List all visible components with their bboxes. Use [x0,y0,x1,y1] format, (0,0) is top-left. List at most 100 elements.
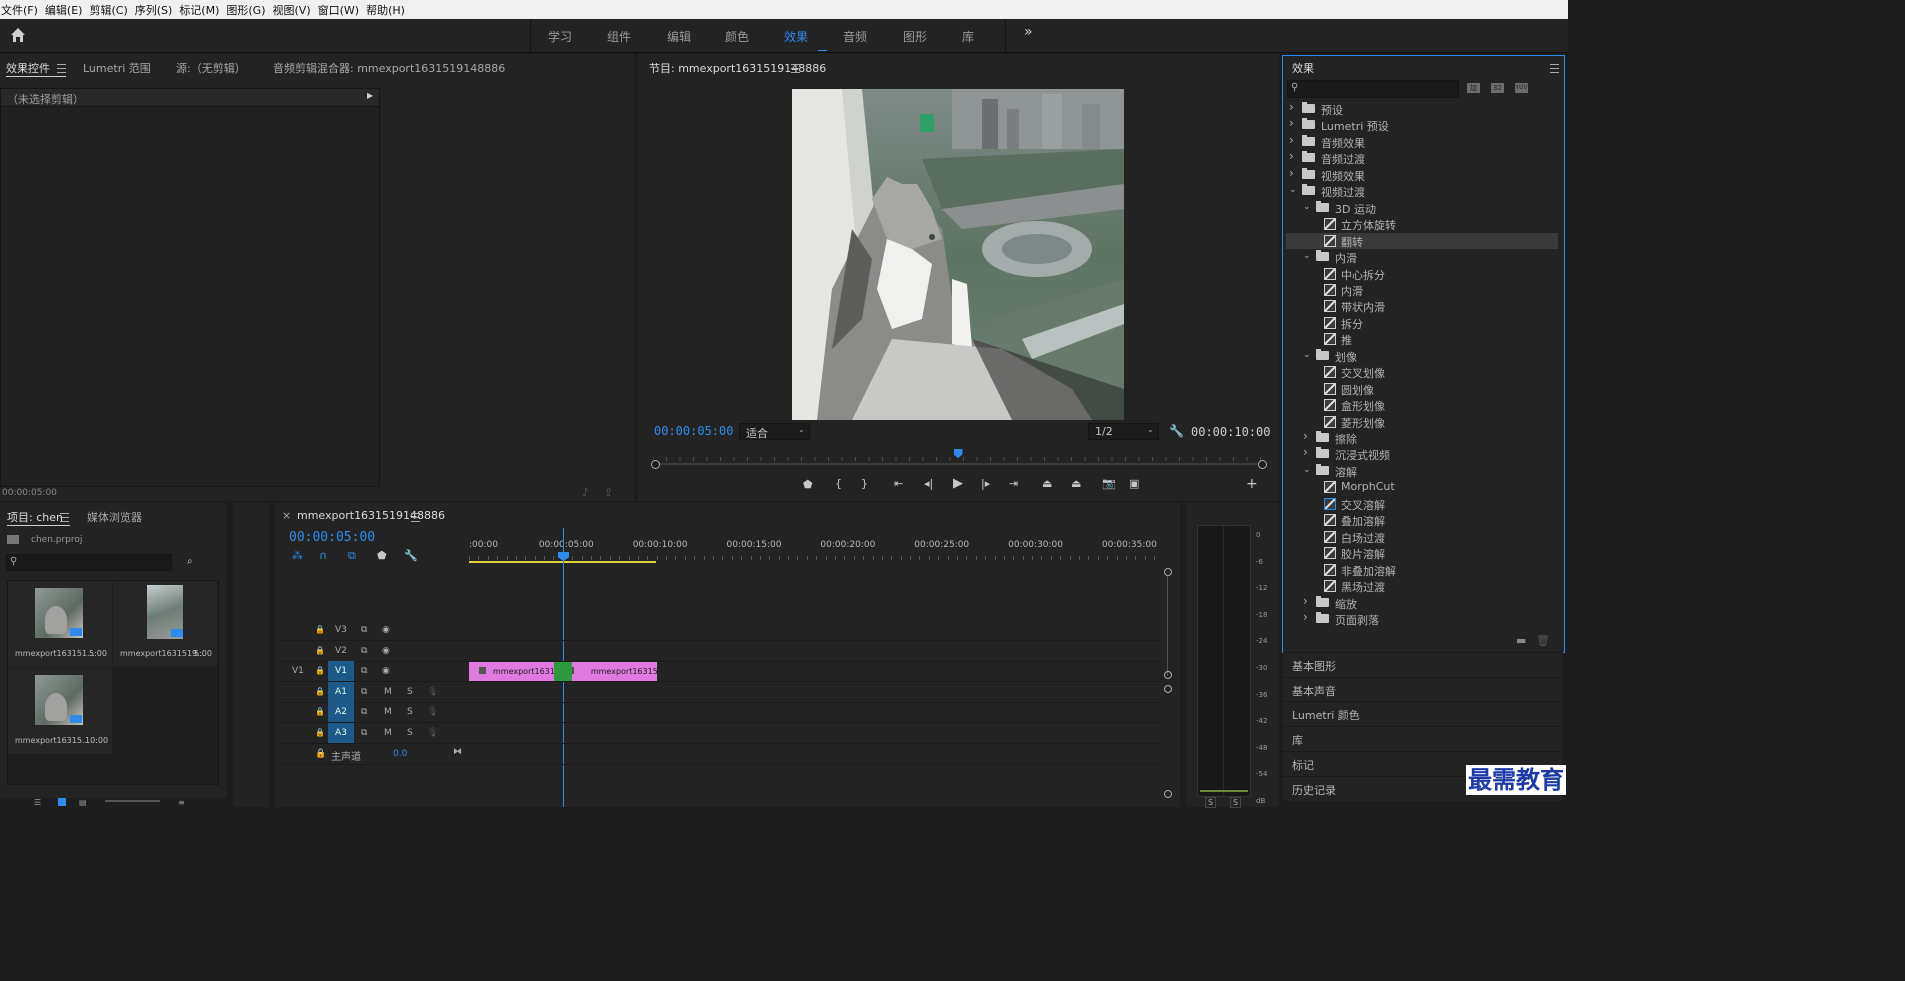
lock-icon[interactable]: 🔒 [315,728,325,737]
32bit-filter-icon[interactable]: 32 [1491,83,1504,93]
lock-icon[interactable]: 🔒 [315,707,325,716]
effects-folder[interactable]: ⌄ 溶解 [1286,463,1558,479]
linked-selection-icon[interactable]: ⧉ [348,549,356,563]
effect-item[interactable]: 白场过渡 [1286,529,1558,545]
zoom-slider[interactable] [105,800,160,802]
effect-item[interactable]: 内滑 [1286,282,1558,298]
microphone-icon[interactable]: 🎙 [427,687,438,697]
track-target-a1[interactable]: A1 [328,681,354,702]
effect-item[interactable]: 立方体旋转 [1286,216,1558,232]
sequence-menu-icon[interactable] [411,513,420,522]
delete-icon[interactable]: 🗑 [1536,634,1550,647]
freeform-view-icon[interactable]: ▤ [79,798,87,807]
tab-effect-controls[interactable]: 效果控件 [6,60,50,76]
project-menu-icon[interactable] [60,513,69,522]
project-item[interactable]: mmexport163151... 5:00 [8,581,112,667]
workspace-assembly[interactable]: 组件 [607,28,631,45]
home-icon[interactable] [10,27,26,43]
button-editor-icon[interactable]: + [1246,476,1258,492]
chevron-right-icon[interactable]: › [1289,166,1294,180]
track-label-v2[interactable]: V2 [335,646,347,656]
chevron-down-icon[interactable]: ⌄ [1303,350,1311,360]
effect-item[interactable]: MorphCut [1286,479,1558,495]
eye-icon[interactable]: ◉ [382,666,390,676]
menu-marker[interactable]: 标记(M) [178,2,225,18]
solo-right-button[interactable]: S [1230,797,1242,808]
sync-lock-icon[interactable]: ⧉ [361,646,367,656]
solo-button[interactable]: S [407,707,413,717]
tab-source[interactable]: 源:（无剪辑） [176,60,246,76]
program-timecode-current[interactable]: 00:00:05:00 [654,424,733,438]
export-icon[interactable]: ⇪ [604,486,613,499]
overflow-icon[interactable]: » [1024,24,1033,40]
nest-icon[interactable]: ⁂ [292,549,303,562]
program-time-ruler[interactable] [651,447,1267,469]
filter-audio-icon[interactable]: ♪ [582,486,589,499]
zoom-handle-left[interactable] [651,460,660,469]
timeline-clip[interactable]: mmexport16315191 [562,661,657,681]
go-to-out-icon[interactable]: ⇥ [1009,477,1018,490]
effects-folder[interactable]: › 预设 [1286,100,1558,117]
chevron-right-icon[interactable]: › [1303,610,1308,624]
effects-folder[interactable]: › 沉浸式视频 [1286,445,1558,462]
sync-lock-icon[interactable]: ⧉ [361,707,367,717]
chevron-down-icon[interactable]: ⌄ [1289,185,1297,195]
solo-button[interactable]: S [407,687,413,697]
icon-view-icon[interactable] [58,798,66,806]
project-search-input[interactable]: ⚲ [6,554,172,571]
effects-folder[interactable]: › 擦除 [1286,429,1558,446]
sync-lock-icon[interactable]: ⧉ [361,666,367,676]
menu-help[interactable]: 帮助(H) [365,2,411,18]
mute-button[interactable]: M [384,728,392,738]
workspace-libraries[interactable]: 库 [962,28,974,45]
microphone-icon[interactable]: 🎙 [427,728,438,738]
side-panel-1[interactable]: 基本声音 [1283,676,1563,702]
menu-graphics[interactable]: 图形(G) [225,2,271,18]
source-patch-v1[interactable]: V1 [292,666,304,676]
menu-view[interactable]: 视图(V) [272,2,317,18]
chevron-right-icon[interactable]: › [1289,100,1294,114]
export-frame-icon[interactable]: 📷 [1102,477,1116,490]
comparison-view-icon[interactable]: ▣ [1129,477,1139,490]
effect-item[interactable]: 交叉划像 [1286,364,1558,380]
track-label-v3[interactable]: V3 [335,625,347,635]
project-item[interactable]: mmexport16315... 10:00 [8,668,112,754]
sync-lock-icon[interactable]: ⧉ [361,625,367,635]
lock-icon[interactable]: 🔒 [315,687,325,696]
track-target-a2[interactable]: A2 [328,702,354,723]
menu-file[interactable]: 文件(F) [0,2,44,18]
tab-media-browser[interactable]: 媒体浏览器 [87,509,142,525]
play-icon[interactable]: ▶ [953,476,963,491]
find-icon[interactable]: ⌕ [187,556,193,567]
master-volume-value[interactable]: 0.0 [393,749,407,759]
effect-item[interactable]: 叠加溶解 [1286,512,1558,528]
workspace-learn[interactable]: 学习 [548,28,572,45]
yuv-filter-icon[interactable]: YUV [1515,83,1528,93]
mute-button[interactable]: M [384,707,392,717]
accelerated-effects-filter-icon[interactable]: 加速 [1467,83,1480,102]
wrench-icon[interactable]: 🔧 [1169,424,1184,438]
tab-audio-clip-mixer[interactable]: 音频剪辑混合器: mmexport1631519148886 [273,60,505,76]
play-arrow-icon[interactable]: ▶ [367,91,373,100]
menu-edit[interactable]: 编辑(E) [44,2,89,18]
mark-in-icon[interactable]: { [835,477,842,490]
program-menu-icon[interactable] [791,64,800,73]
go-to-in-icon[interactable]: ⇤ [894,477,903,490]
list-view-icon[interactable]: ☰ [34,798,41,807]
effect-item[interactable]: 菱形划像 [1286,414,1558,430]
menu-window[interactable]: 窗口(W) [317,2,365,18]
effects-folder[interactable]: › 页面剥落 [1286,610,1558,627]
side-panel-2[interactable]: Lumetri 颜色 [1283,701,1563,727]
chevron-right-icon[interactable]: › [1289,116,1294,130]
solo-left-button[interactable]: S [1205,797,1217,808]
cross-dissolve-transition[interactable] [553,661,572,681]
project-item[interactable]: mmexport1631519... 5:00 [113,581,217,667]
effects-folder[interactable]: ⌄ 视频过渡 [1286,183,1558,199]
chevron-right-icon[interactable]: › [1303,429,1308,443]
chevron-right-icon[interactable]: › [1289,149,1294,163]
chevron-right-icon[interactable]: › [1303,445,1308,459]
side-panel-3[interactable]: 库 [1283,726,1563,752]
workspace-graphics[interactable]: 图形 [903,28,927,45]
chevron-right-icon[interactable]: › [1289,133,1294,147]
solo-button[interactable]: S [407,728,413,738]
